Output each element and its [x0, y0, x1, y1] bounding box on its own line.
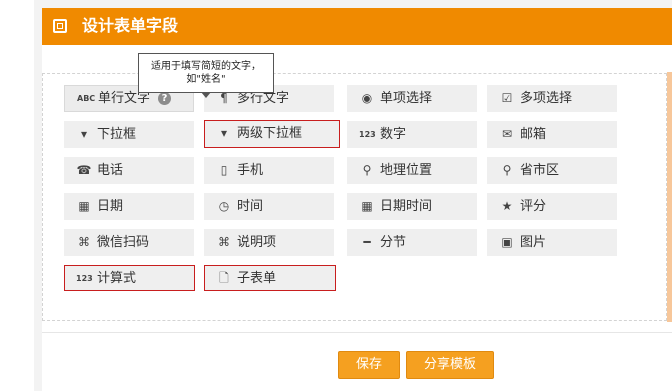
- left-strip: [0, 0, 34, 391]
- field-label: 图片: [520, 235, 547, 250]
- envelope-icon: ✉: [501, 127, 513, 141]
- field-label: 微信扫码: [97, 235, 150, 250]
- field-single-choice[interactable]: ◉ 单项选择: [347, 85, 477, 112]
- field-label: 评分: [520, 199, 547, 214]
- field-time[interactable]: ◷ 时间: [204, 193, 334, 220]
- form-designer-panel: 设计表单字段 ABC 单行文字 ? ¶ 多行文字 ◉ 单项选择 ☑ 多项选择 ▾…: [42, 8, 672, 391]
- field-subform[interactable]: 🗋 子表单: [204, 265, 336, 291]
- dropdown-icon: ▾: [80, 127, 88, 141]
- field-datetime[interactable]: ▦ 日期时间: [347, 193, 477, 220]
- field-label: 说明项: [237, 235, 277, 250]
- field-mobile[interactable]: ▯ 手机: [204, 157, 334, 184]
- field-email[interactable]: ✉ 邮箱: [487, 121, 617, 148]
- form-icon: [53, 19, 67, 33]
- star-icon: ★: [501, 199, 513, 213]
- panel-title: 设计表单字段: [82, 16, 179, 35]
- tooltip-line: 适用于填写简短的文字，: [151, 61, 261, 72]
- field-rating[interactable]: ★ 评分: [487, 193, 617, 220]
- section-icon: ━: [363, 235, 371, 249]
- field-label: 单项选择: [380, 91, 433, 106]
- field-cascade-dropdown[interactable]: ▾ 两级下拉框: [204, 120, 340, 148]
- field-label: 分节: [380, 235, 407, 250]
- scrollbar[interactable]: [667, 72, 672, 322]
- field-formula[interactable]: 123 计算式: [64, 265, 195, 291]
- field-dropdown[interactable]: ▾ 下拉框: [64, 121, 194, 148]
- field-section[interactable]: ━ 分节: [347, 229, 477, 256]
- field-number[interactable]: 123 数字: [347, 121, 477, 148]
- field-label: 省市区: [520, 163, 560, 178]
- calendar-icon: ▦: [78, 199, 90, 213]
- field-label: 子表单: [237, 271, 277, 286]
- number-icon: 123: [76, 274, 93, 283]
- abc-icon: ABC: [77, 94, 96, 103]
- field-description[interactable]: ⌘ 说明项: [204, 229, 334, 256]
- field-phone[interactable]: ☎ 电话: [64, 157, 194, 184]
- dropdown-icon: ▾: [220, 126, 228, 140]
- scan-icon: ⌘: [78, 235, 90, 249]
- clock-icon: ◷: [218, 199, 230, 213]
- checkbox-icon: ☑: [501, 91, 513, 105]
- field-label: 日期: [97, 199, 124, 214]
- divider: [42, 332, 672, 333]
- number-icon: 123: [359, 130, 376, 139]
- field-province-city-district[interactable]: ⚲ 省市区: [487, 157, 617, 184]
- field-label: 时间: [237, 199, 264, 214]
- field-label: 日期时间: [380, 199, 433, 214]
- field-tooltip: 适用于填写简短的文字， 如"姓名": [138, 53, 274, 93]
- document-icon: 🗋: [219, 271, 229, 285]
- tooltip-arrow: [201, 92, 211, 98]
- field-label: 地理位置: [380, 163, 433, 178]
- field-wechat-scan[interactable]: ⌘ 微信扫码: [64, 229, 194, 256]
- panel-header: 设计表单字段: [42, 8, 672, 45]
- share-template-button[interactable]: 分享模板: [406, 351, 494, 379]
- field-label: 邮箱: [520, 127, 547, 142]
- calendar-icon: ▦: [361, 199, 373, 213]
- field-multi-choice[interactable]: ☑ 多项选择: [487, 85, 617, 112]
- help-icon[interactable]: ?: [158, 92, 171, 105]
- description-icon: ⌘: [218, 235, 230, 249]
- image-icon: ▣: [501, 235, 513, 249]
- field-label: 计算式: [97, 271, 137, 286]
- field-label: 下拉框: [97, 127, 137, 142]
- phone-icon: ☎: [76, 163, 92, 177]
- mobile-icon: ▯: [220, 163, 228, 177]
- save-button[interactable]: 保存: [338, 351, 400, 379]
- field-date[interactable]: ▦ 日期: [64, 193, 194, 220]
- radio-icon: ◉: [361, 91, 373, 105]
- field-location[interactable]: ⚲ 地理位置: [347, 157, 477, 184]
- field-label: 手机: [237, 163, 264, 178]
- field-label: 多项选择: [520, 91, 573, 106]
- field-image[interactable]: ▣ 图片: [487, 229, 617, 256]
- tooltip-line: 如"姓名": [186, 74, 226, 85]
- map-pin-icon: ⚲: [362, 163, 372, 177]
- field-label: 数字: [380, 127, 407, 142]
- field-label: 两级下拉框: [237, 126, 303, 141]
- map-pin-icon: ⚲: [502, 163, 512, 177]
- field-label: 电话: [97, 163, 124, 178]
